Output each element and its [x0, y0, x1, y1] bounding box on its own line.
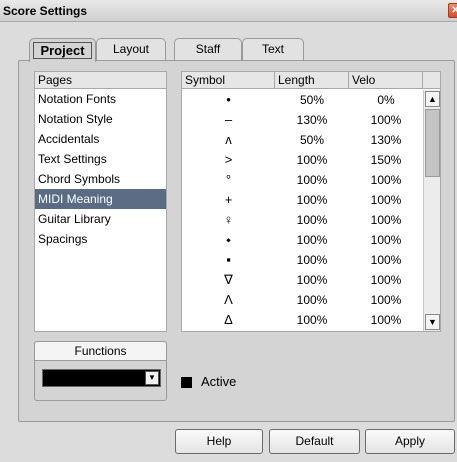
symbol-cell: ∆	[224, 312, 233, 327]
table-row[interactable]: Λ 100% 100%	[182, 290, 423, 310]
symbol-cell: ʌ	[225, 132, 232, 147]
symbol-cell: °	[225, 172, 232, 187]
column-header-velo[interactable]: Velo	[349, 72, 423, 89]
velo-cell[interactable]: 100%	[349, 290, 423, 310]
symbol-cell: Λ	[224, 292, 233, 307]
symbol-cell: ⬩	[226, 232, 231, 247]
score-settings-window: Score Settings ✕ Project Layout Staff Te…	[0, 0, 457, 462]
symbol-cell: +	[224, 192, 233, 207]
velo-cell[interactable]: 100%	[349, 210, 423, 230]
page-item-spacings[interactable]: Spacings	[35, 229, 166, 249]
symbol-cell: ▪	[226, 252, 231, 267]
page-item-guitar-library[interactable]: Guitar Library	[35, 209, 166, 229]
page-item-text-settings[interactable]: Text Settings	[35, 149, 166, 169]
table-header: Symbol Length Velo	[182, 72, 440, 89]
table-row[interactable]: ▪ 100% 100%	[182, 250, 423, 270]
symbol-cell: ∇	[224, 272, 233, 287]
length-cell[interactable]: 100%	[275, 230, 349, 250]
velo-cell[interactable]: 100%	[349, 110, 423, 130]
pages-list: Pages Notation Fonts Notation Style Acci…	[34, 71, 167, 332]
velo-cell[interactable]: 130%	[349, 130, 423, 150]
symbol-cell: >	[224, 152, 233, 167]
page-item-notation-style[interactable]: Notation Style	[35, 109, 166, 129]
table-row[interactable]: – 130% 100%	[182, 110, 423, 130]
tab-text-label: Text	[261, 42, 284, 56]
velo-cell[interactable]: 100%	[349, 250, 423, 270]
close-button[interactable]: ✕	[448, 3, 457, 18]
tab-project-label: Project	[33, 42, 92, 59]
title-bar[interactable]: Score Settings ✕	[0, 0, 457, 22]
tab-layout-label: Layout	[112, 42, 150, 56]
tab-project[interactable]: Project	[29, 38, 96, 62]
help-button[interactable]: Help	[175, 429, 263, 454]
page-item-accidentals[interactable]: Accidentals	[35, 129, 166, 149]
scroll-up-icon[interactable]: ▲	[425, 91, 440, 107]
table-row[interactable]: ʌ 50% 130%	[182, 130, 423, 150]
table-row[interactable]: ♀ 100% 100%	[182, 210, 423, 230]
scroll-down-icon[interactable]: ▼	[425, 314, 440, 330]
tab-staff-label: Staff	[195, 42, 221, 56]
tab-layout[interactable]: Layout	[96, 38, 166, 61]
apply-button[interactable]: Apply	[365, 429, 455, 454]
velo-cell[interactable]: 100%	[349, 170, 423, 190]
page-item-midi-meaning[interactable]: MIDI Meaning	[35, 189, 166, 209]
midi-meaning-table: Symbol Length Velo • 50% 0% –130% 100% ʌ 50%…	[181, 71, 441, 332]
table-row[interactable]: +100% 100%	[182, 190, 423, 210]
tab-staff[interactable]: Staff	[174, 38, 242, 61]
velo-cell[interactable]: 100%	[349, 190, 423, 210]
velo-cell[interactable]: 100%	[349, 270, 423, 290]
window-title: Score Settings	[3, 4, 88, 18]
default-button[interactable]: Default	[269, 429, 360, 454]
table-row[interactable]: ∆ 100% 100%	[182, 310, 423, 330]
table-rows: • 50% 0% –130% 100% ʌ 50% 130% >100% 150% ° 100…	[182, 90, 423, 330]
pages-header: Pages	[35, 72, 166, 89]
velo-cell[interactable]: 100%	[349, 230, 423, 250]
velo-cell[interactable]: 0%	[349, 90, 423, 110]
velo-cell[interactable]: 100%	[349, 310, 423, 330]
length-cell[interactable]: 100%	[275, 270, 349, 290]
symbol-cell: •	[226, 92, 231, 107]
length-cell[interactable]: 100%	[275, 290, 349, 310]
table-row[interactable]: ° 100% 100%	[182, 170, 423, 190]
active-label: Active	[201, 374, 237, 389]
length-cell[interactable]: 50%	[275, 90, 349, 110]
tab-text[interactable]: Text	[242, 38, 304, 61]
length-cell[interactable]: 130%	[275, 110, 349, 130]
length-cell[interactable]: 100%	[275, 310, 349, 330]
page-item-chord-symbols[interactable]: Chord Symbols	[35, 169, 166, 189]
length-cell[interactable]: 100%	[275, 250, 349, 270]
table-row[interactable]: ∇ 100% 100%	[182, 270, 423, 290]
column-header-symbol[interactable]: Symbol	[182, 72, 275, 89]
column-header-length[interactable]: Length	[275, 72, 349, 89]
functions-button[interactable]: Functions	[35, 342, 166, 361]
velo-cell[interactable]: 150%	[349, 150, 423, 170]
symbol-cell: –	[224, 112, 233, 127]
length-cell[interactable]: 100%	[275, 210, 349, 230]
table-row[interactable]: • 50% 0%	[182, 90, 423, 110]
functions-group: Functions ▼	[34, 341, 167, 401]
length-cell[interactable]: 100%	[275, 190, 349, 210]
symbol-cell: ♀	[223, 212, 234, 227]
length-cell[interactable]: 50%	[275, 130, 349, 150]
page-item-notation-fonts[interactable]: Notation Fonts	[35, 89, 166, 109]
length-cell[interactable]: 100%	[275, 150, 349, 170]
table-row[interactable]: ⬩ 100% 100%	[182, 230, 423, 250]
length-cell[interactable]: 100%	[275, 170, 349, 190]
table-row[interactable]: >100% 150%	[182, 150, 423, 170]
scroll-thumb[interactable]	[425, 109, 440, 177]
chevron-down-icon[interactable]: ▼	[145, 371, 159, 385]
table-scrollbar[interactable]: ▲ ▼	[423, 90, 440, 331]
functions-dropdown[interactable]: ▼	[42, 369, 161, 387]
active-checkbox[interactable]	[181, 377, 192, 388]
